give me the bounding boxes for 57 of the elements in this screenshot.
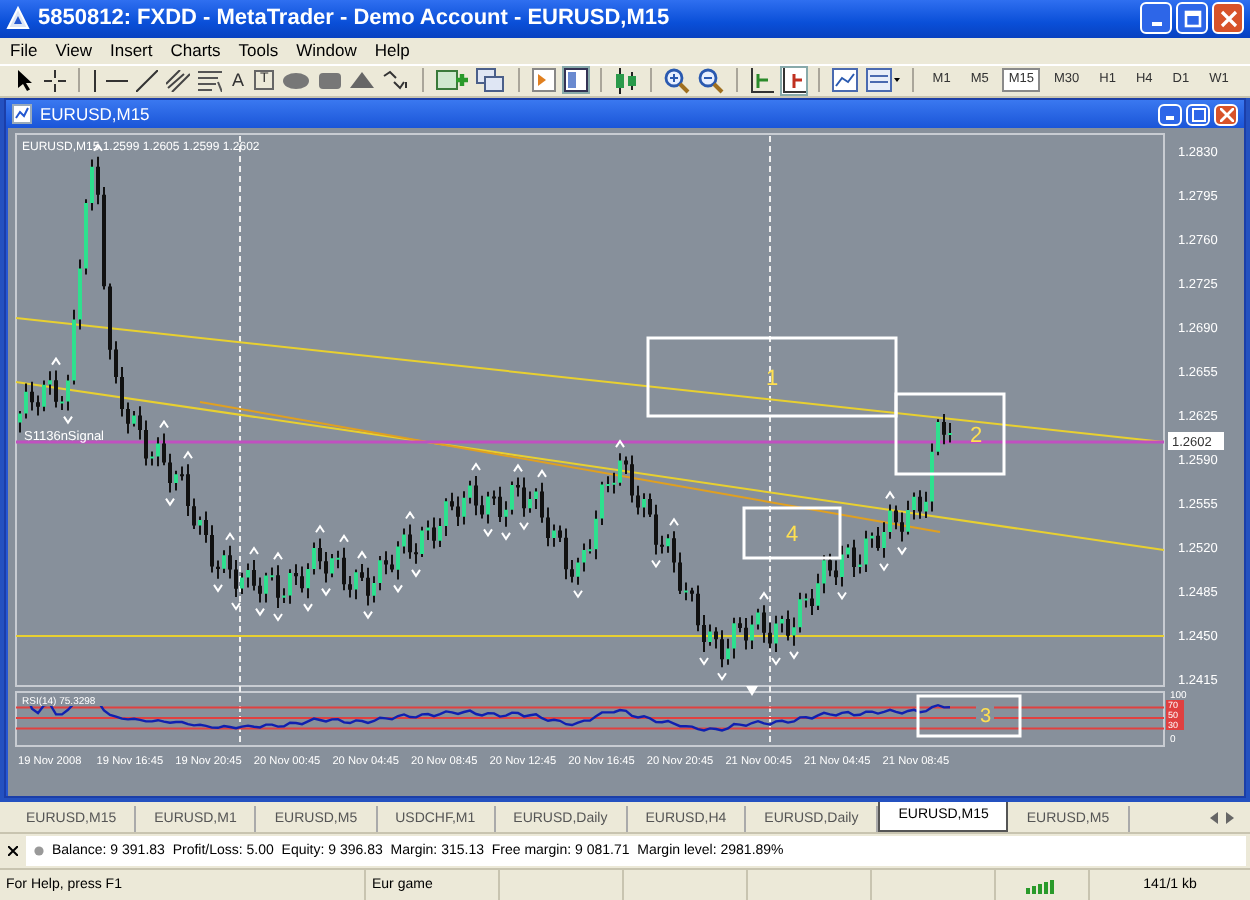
chart-shift-icon[interactable]	[782, 67, 807, 94]
channel-icon[interactable]	[166, 69, 190, 92]
close-icon	[1219, 9, 1237, 28]
zoom-out-icon[interactable]	[698, 67, 725, 94]
menu-item[interactable]: Charts	[164, 40, 233, 61]
window-title: 5850812: FXDD - MetaTrader - Demo Account - EURUSD,M15	[38, 6, 670, 31]
close-icon	[1219, 107, 1233, 121]
menu-item[interactable]: File	[4, 40, 50, 61]
scroll-right-icon[interactable]	[1226, 812, 1234, 825]
arrows-icon[interactable]	[382, 70, 411, 91]
crosshair-icon[interactable]	[44, 69, 66, 92]
profiles-icon[interactable]	[476, 68, 507, 93]
scroll-left-icon[interactable]	[1210, 812, 1218, 825]
text-tool-button[interactable]: A	[230, 70, 247, 91]
annotation-label: 1	[765, 367, 778, 391]
zoom-in-icon[interactable]	[664, 67, 691, 94]
menu-item[interactable]: Tools	[232, 40, 291, 61]
maximize-button[interactable]	[1186, 103, 1210, 125]
shift-marker-icon	[745, 686, 757, 696]
minimize-icon	[1166, 116, 1174, 120]
candlestick-icon[interactable]	[614, 67, 639, 94]
horizontal-line-icon[interactable]	[106, 77, 128, 84]
triangle-icon[interactable]	[350, 72, 375, 89]
connection-bars-icon	[1026, 875, 1058, 894]
maximize-icon	[1191, 107, 1205, 121]
annotation-box	[915, 694, 1021, 738]
menu-item[interactable]: Help	[368, 40, 422, 61]
menu-item[interactable]: View	[49, 40, 104, 61]
maximize-icon	[1183, 9, 1201, 28]
close-icon[interactable]	[8, 846, 18, 856]
annotation-box	[741, 506, 841, 560]
cursor-icon[interactable]	[16, 68, 36, 93]
status-dot-icon	[34, 846, 44, 856]
annotation-label: 4	[785, 523, 798, 547]
navigator-icon[interactable]	[564, 68, 589, 93]
close-button[interactable]	[1212, 2, 1244, 35]
annotation-label: 3	[979, 706, 991, 728]
trendline-icon[interactable]	[136, 69, 158, 92]
chart-window-title: EURUSD,M15	[40, 104, 150, 124]
rectangle-icon[interactable]	[318, 71, 343, 90]
auto-scroll-icon[interactable]	[750, 67, 775, 94]
chart-window-icon	[12, 104, 32, 124]
vertical-line-icon[interactable]	[92, 69, 98, 92]
ellipse-icon[interactable]	[282, 71, 311, 90]
annotation-label: 2	[969, 424, 982, 448]
maximize-button[interactable]	[1176, 2, 1208, 35]
close-button[interactable]	[1214, 103, 1238, 125]
minimize-button[interactable]	[1140, 2, 1172, 35]
minimize-icon	[1151, 21, 1161, 26]
menu-item[interactable]: Insert	[103, 40, 165, 61]
templates-icon[interactable]	[866, 68, 901, 93]
app-logo-icon	[6, 6, 30, 31]
indicators-icon[interactable]	[832, 68, 859, 93]
fibonacci-icon[interactable]	[198, 69, 222, 92]
minimize-button[interactable]	[1158, 103, 1182, 125]
new-chart-icon[interactable]	[436, 68, 469, 93]
menu-item[interactable]: Window	[290, 40, 369, 61]
